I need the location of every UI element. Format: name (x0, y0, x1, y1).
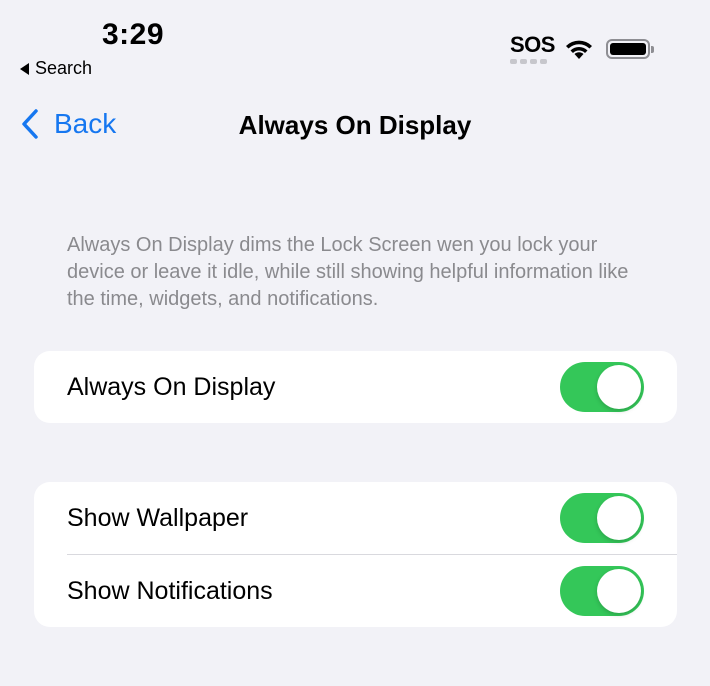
show-notifications-toggle[interactable] (560, 566, 644, 616)
toggle-knob (597, 496, 641, 540)
signal-dots-icon (510, 59, 552, 64)
status-time: 3:29 (102, 18, 165, 51)
status-indicators: SOS (510, 32, 654, 66)
wifi-icon (566, 40, 592, 59)
battery-icon (606, 39, 654, 59)
row-show-notifications: Show Notifications (34, 555, 677, 627)
settings-group-options: Show Wallpaper Show Notifications (34, 482, 677, 627)
status-back-label: Search (35, 58, 93, 78)
sos-indicator: SOS (510, 32, 555, 66)
description-text: Always On Display dims the Lock Screen w… (67, 234, 629, 310)
back-triangle-icon (20, 62, 29, 75)
page-title: Always On Display (238, 110, 472, 140)
settings-group-primary: Always On Display (34, 351, 677, 423)
row-show-wallpaper: Show Wallpaper (34, 482, 677, 554)
status-back-to-search[interactable]: Search (20, 58, 92, 79)
row-always-on-display: Always On Display (34, 351, 677, 423)
toggle-knob (597, 365, 641, 409)
always-on-display-toggle[interactable] (560, 362, 644, 412)
show-wallpaper-toggle[interactable] (560, 493, 644, 543)
toggle-knob (597, 569, 641, 613)
sos-label: SOS (510, 32, 555, 57)
